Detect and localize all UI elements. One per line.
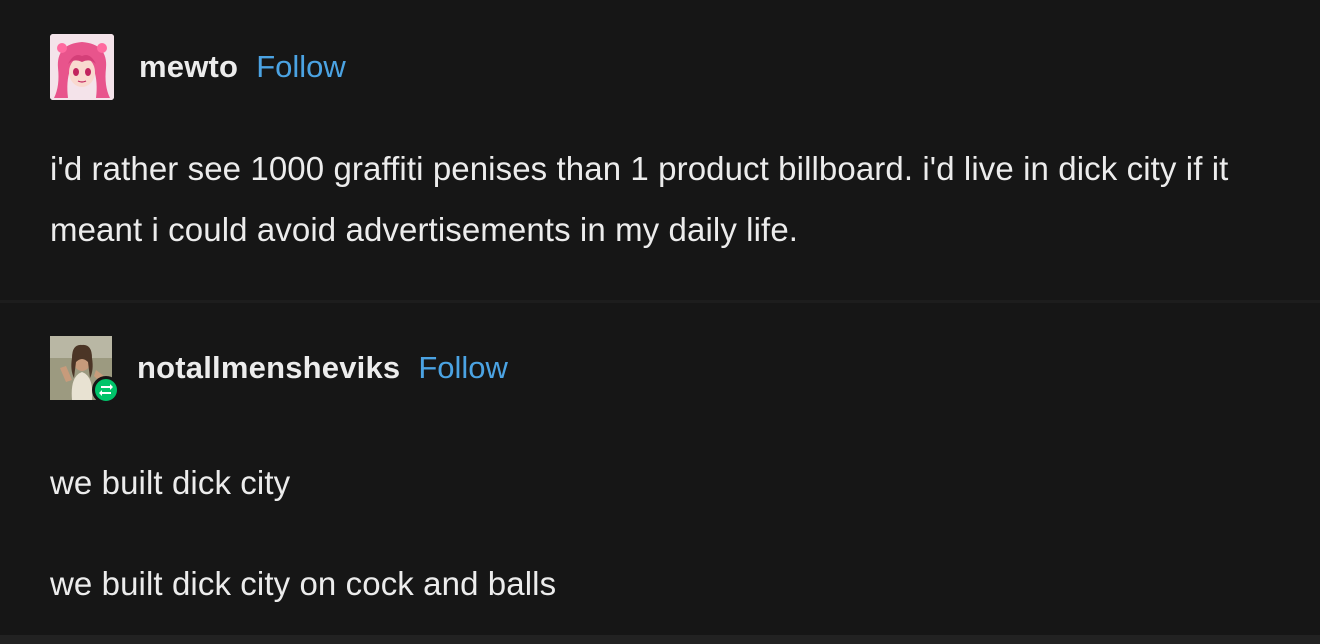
bottom-bar (0, 635, 1320, 644)
follow-button[interactable]: Follow (418, 350, 508, 386)
post-notallmensheviks: notallmensheviks Follow we built dick ci… (0, 300, 1320, 635)
username[interactable]: notallmensheviks (137, 350, 400, 386)
reblog-icon (92, 376, 120, 404)
tumblr-post-thread: mewto Follow i'd rather see 1000 graffit… (0, 0, 1320, 644)
post-mewto: mewto Follow i'd rather see 1000 graffit… (0, 0, 1320, 300)
anime-pink-hair-avatar-icon (50, 34, 114, 100)
post-body: we built dick city (50, 464, 291, 501)
follow-button[interactable]: Follow (256, 49, 346, 85)
reblog-arrows-icon (99, 384, 113, 396)
post-header: notallmensheviks Follow (50, 334, 1290, 404)
post-body: we built dick city on cock and balls (50, 565, 557, 602)
post-body: i'd rather see 1000 graffiti penises tha… (50, 150, 1229, 248)
post-header: mewto Follow (50, 33, 1290, 101)
username[interactable]: mewto (139, 49, 238, 85)
avatar[interactable] (50, 336, 120, 404)
avatar[interactable] (50, 34, 114, 100)
